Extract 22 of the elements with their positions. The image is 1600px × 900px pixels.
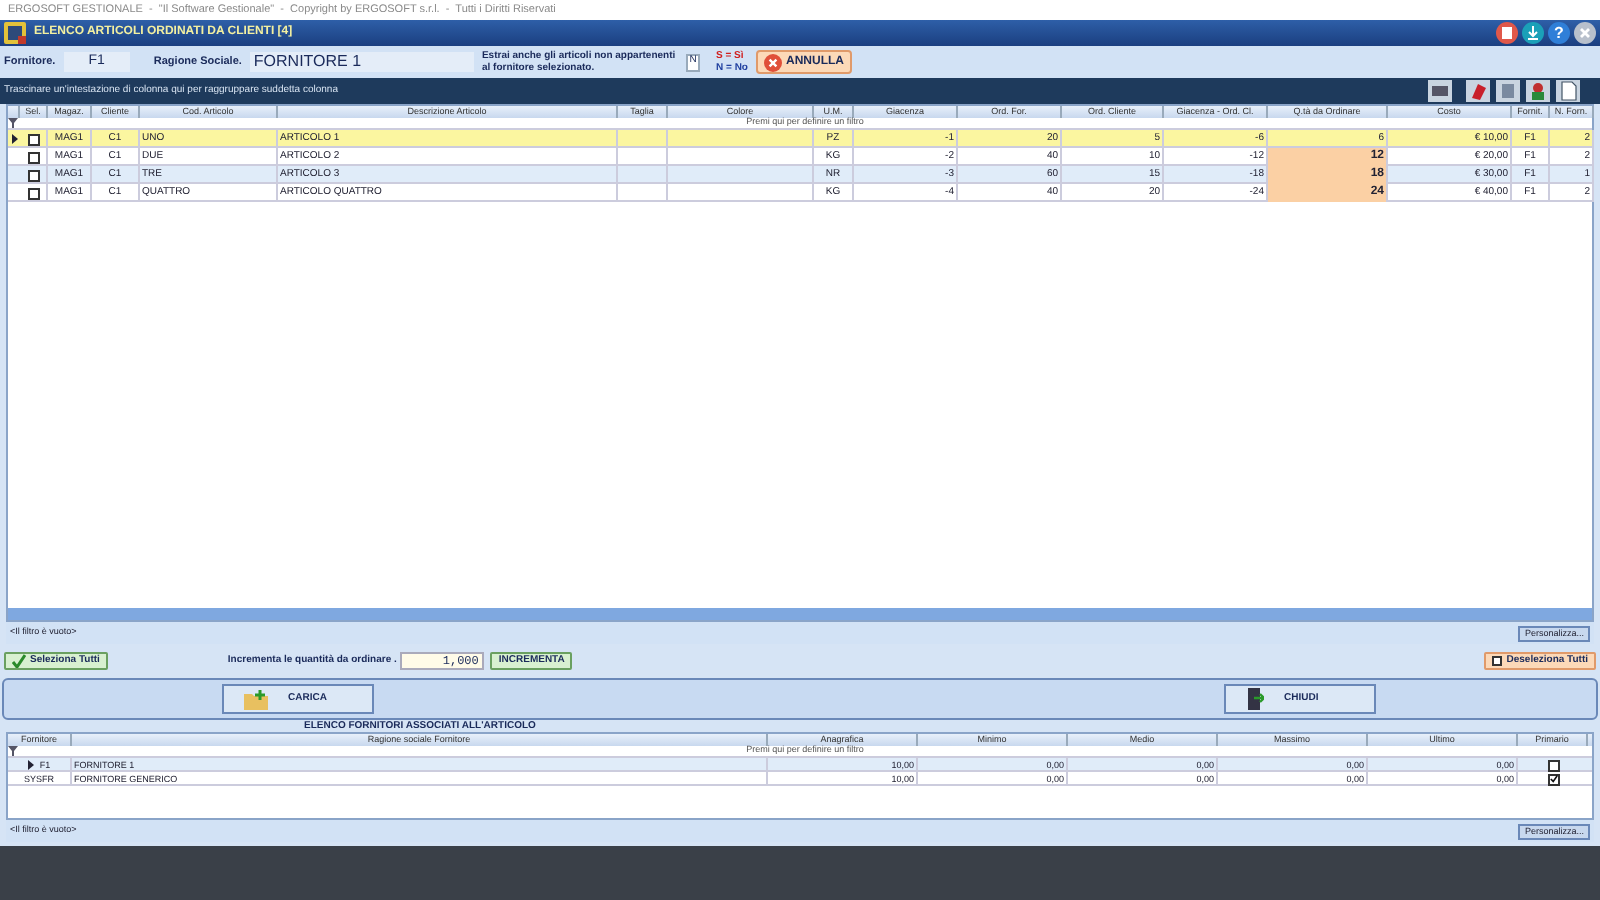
row-pointer-icon[interactable] [11,134,17,144]
checkbox[interactable] [1547,759,1559,771]
checkbox[interactable] [27,187,39,199]
page-icon[interactable] [1556,80,1580,102]
keyboard-icon[interactable] [1428,80,1452,102]
checkbox[interactable] [27,151,39,163]
close-icon[interactable] [1574,22,1596,44]
download-icon[interactable] [1522,22,1544,44]
cancel-icon[interactable] [764,53,782,71]
help-icon[interactable]: ? [1548,22,1570,44]
checkbox-icon [1492,655,1503,665]
scroll-bar[interactable] [8,608,1592,620]
people-icon[interactable] [1526,80,1550,102]
checkbox[interactable] [1547,773,1559,785]
row-pointer-icon[interactable] [27,760,34,770]
folder-icon[interactable] [244,689,268,709]
checkmark-icon[interactable] [12,653,26,667]
checkbox[interactable] [27,133,39,145]
checkbox[interactable] [27,169,39,181]
company-name-field[interactable]: FORNITORE 1 [249,52,474,72]
door-icon[interactable] [1246,688,1264,710]
logo-icon[interactable] [4,22,26,44]
